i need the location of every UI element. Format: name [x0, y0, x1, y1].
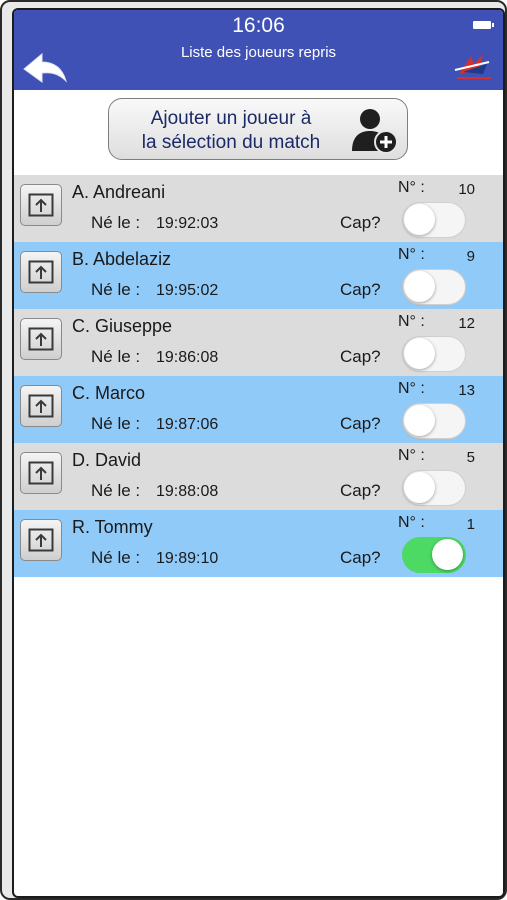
- add-player-label-line1: Ajouter un joueur à: [150, 108, 312, 129]
- player-action-button[interactable]: [20, 318, 62, 360]
- captain-toggle[interactable]: [402, 470, 466, 506]
- number-label: N° :: [398, 246, 425, 263]
- player-action-button[interactable]: [20, 452, 62, 494]
- captain-toggle[interactable]: [402, 336, 466, 372]
- number-label: N° :: [398, 380, 425, 397]
- captain-toggle[interactable]: [402, 202, 466, 238]
- player-number: 12: [458, 315, 475, 332]
- player-name: C. Marco: [72, 383, 146, 403]
- back-button[interactable]: [22, 50, 68, 86]
- player-row: B. Abdelaziz Né le : 19:95:02 N° : 9 Cap…: [14, 242, 503, 309]
- captain-label: Cap?: [340, 347, 381, 366]
- app-screen: 16:06 Liste des joueurs repris Ajouter u: [12, 8, 505, 898]
- upload-icon: [28, 394, 54, 418]
- born-value: 19:95:02: [156, 282, 219, 299]
- number-label: N° :: [398, 514, 425, 531]
- number-label: N° :: [398, 447, 425, 464]
- captain-label: Cap?: [340, 414, 381, 433]
- player-number: 9: [466, 248, 475, 265]
- captain-label: Cap?: [340, 213, 381, 232]
- number-label: N° :: [398, 313, 425, 330]
- captain-label: Cap?: [340, 548, 381, 567]
- player-number: 1: [466, 516, 475, 533]
- player-row: C. Marco Né le : 19:87:06 N° : 13 Cap?: [14, 376, 503, 443]
- captain-toggle[interactable]: [402, 403, 466, 439]
- player-name: C. Giuseppe: [72, 316, 173, 336]
- toggle-knob: [432, 539, 463, 570]
- status-time: 16:06: [232, 14, 285, 37]
- born-label: Né le :: [91, 414, 141, 433]
- page-title: Liste des joueurs repris: [180, 44, 337, 61]
- player-number: 5: [466, 449, 475, 466]
- upload-icon: [28, 327, 54, 351]
- born-label: Né le :: [91, 213, 141, 232]
- players-list: A. Andreani Né le : 19:92:03 N° : 10 Cap…: [14, 175, 503, 577]
- born-value: 19:87:06: [156, 416, 219, 433]
- born-value: 19:88:08: [156, 483, 219, 500]
- player-action-button[interactable]: [20, 184, 62, 226]
- player-name: R. Tommy: [72, 517, 153, 537]
- player-row: C. Giuseppe Né le : 19:86:08 N° : 12 Cap…: [14, 309, 503, 376]
- captain-toggle[interactable]: [402, 537, 466, 573]
- captain-label: Cap?: [340, 481, 381, 500]
- player-row: A. Andreani Né le : 19:92:03 N° : 10 Cap…: [14, 175, 503, 242]
- add-player-label: Ajouter un joueur à la sélection du matc…: [115, 107, 347, 155]
- player-name: D. David: [72, 450, 142, 470]
- born-value: 19:89:10: [156, 550, 219, 567]
- add-player-button[interactable]: Ajouter un joueur à la sélection du matc…: [108, 98, 408, 160]
- player-name: B. Abdelaziz: [72, 249, 172, 269]
- player-row: D. David Né le : 19:88:08 N° : 5 Cap?: [14, 443, 503, 510]
- captain-toggle[interactable]: [402, 269, 466, 305]
- device-frame: 16:06 Liste des joueurs repris Ajouter u: [0, 0, 507, 900]
- upload-icon: [28, 260, 54, 284]
- toggle-knob: [404, 271, 435, 302]
- toggle-knob: [404, 338, 435, 369]
- born-label: Né le :: [91, 347, 141, 366]
- born-value: 19:86:08: [156, 349, 219, 366]
- player-name: A. Andreani: [72, 182, 166, 202]
- player-action-button[interactable]: [20, 251, 62, 293]
- number-label: N° :: [398, 179, 425, 196]
- upload-icon: [28, 528, 54, 552]
- born-value: 19:92:03: [156, 215, 219, 232]
- player-number: 10: [458, 181, 475, 198]
- toggle-knob: [404, 405, 435, 436]
- toggle-knob: [404, 204, 435, 235]
- player-action-button[interactable]: [20, 385, 62, 427]
- app-header: 16:06 Liste des joueurs repris: [14, 10, 503, 90]
- player-number: 13: [458, 382, 475, 399]
- born-label: Né le :: [91, 280, 141, 299]
- player-row: R. Tommy Né le : 19:89:10 N° : 1 Cap?: [14, 510, 503, 577]
- born-label: Né le :: [91, 481, 141, 500]
- battery-icon: [473, 21, 494, 29]
- upload-icon: [28, 193, 54, 217]
- club-logo: [453, 50, 495, 82]
- back-arrow-icon: [23, 52, 68, 83]
- add-user-icon: [352, 109, 398, 154]
- toggle-knob: [404, 472, 435, 503]
- upload-icon: [28, 461, 54, 485]
- captain-label: Cap?: [340, 280, 381, 299]
- born-label: Né le :: [91, 548, 141, 567]
- add-player-label-line2: la sélection du match: [141, 132, 321, 153]
- player-action-button[interactable]: [20, 519, 62, 561]
